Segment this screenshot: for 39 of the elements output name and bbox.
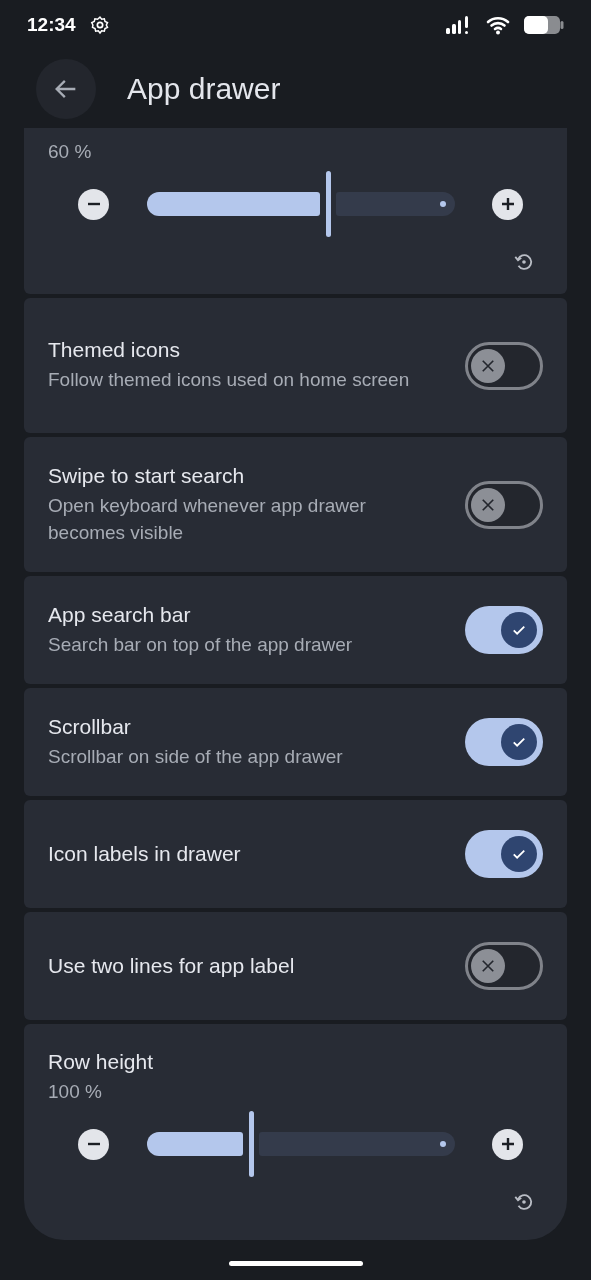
setting-value: 60 % bbox=[48, 140, 93, 164]
setting-title: Themed icons bbox=[48, 338, 181, 362]
setting-description: Open keyboard whenever app drawer becomes visible bbox=[48, 493, 367, 545]
increase-button[interactable] bbox=[492, 1128, 523, 1160]
toggle-switch[interactable] bbox=[465, 718, 543, 766]
setting-title: Use two lines for app label bbox=[48, 954, 295, 978]
setting-description: Scrollbar on side of the app drawer bbox=[48, 744, 343, 769]
decrease-button[interactable] bbox=[78, 1128, 109, 1160]
reset-icon bbox=[513, 251, 535, 273]
settings-icon bbox=[89, 15, 110, 35]
setting-title: Icon labels in drawer bbox=[48, 842, 241, 866]
slider-thumb[interactable] bbox=[326, 171, 332, 237]
reset-icon bbox=[513, 1191, 535, 1213]
plus-icon bbox=[499, 1136, 516, 1152]
decrease-button[interactable] bbox=[78, 188, 109, 220]
plus-icon bbox=[499, 196, 516, 212]
setting-description: Follow themed icons used on home screen bbox=[48, 368, 410, 392]
toggle-switch[interactable] bbox=[465, 942, 543, 990]
slider[interactable] bbox=[146, 171, 455, 237]
toggle-switch[interactable] bbox=[465, 606, 543, 654]
wifi-icon bbox=[486, 15, 510, 35]
setting-value: 100 % bbox=[48, 1080, 103, 1104]
setting-title: Row height bbox=[48, 1050, 155, 1074]
reset-button[interactable] bbox=[513, 251, 535, 273]
page-title: App drawer bbox=[127, 72, 281, 106]
setting-title: Scrollbar bbox=[48, 714, 132, 739]
slider-thumb[interactable] bbox=[249, 1111, 255, 1177]
setting-title: Swipe to start search bbox=[48, 463, 246, 488]
clock-time: 12:34 bbox=[27, 14, 76, 36]
toggle-switch[interactable] bbox=[465, 480, 543, 529]
toggle-switch[interactable] bbox=[465, 341, 543, 390]
battery-icon bbox=[524, 15, 564, 35]
reset-button[interactable] bbox=[513, 1191, 535, 1213]
toggle-switch[interactable] bbox=[465, 830, 543, 878]
close-icon bbox=[479, 957, 497, 975]
increase-button[interactable] bbox=[492, 188, 523, 220]
slider[interactable] bbox=[146, 1111, 455, 1177]
setting-title: App search bar bbox=[48, 602, 192, 627]
setting-description: Search bar on top of the app drawer bbox=[48, 632, 353, 657]
